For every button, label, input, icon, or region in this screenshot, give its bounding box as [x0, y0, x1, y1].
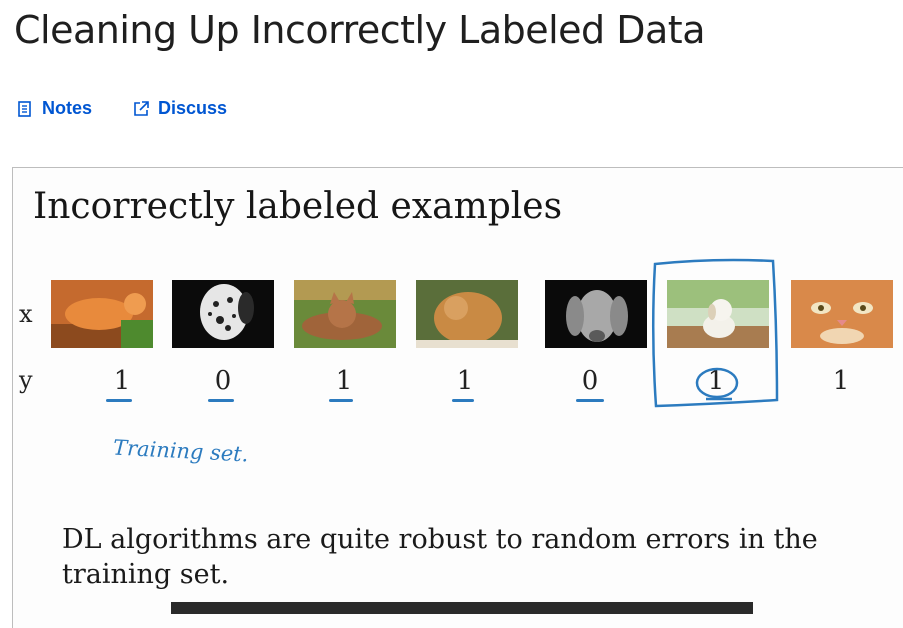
- example-image-4: [416, 280, 518, 348]
- label-value-6: 1: [707, 366, 725, 396]
- slide-body-text: DL algorithms are quite robust to random…: [62, 524, 818, 590]
- example-image-3: [294, 280, 396, 348]
- label-value-3: 1: [335, 366, 353, 396]
- example-image-5: [545, 280, 647, 348]
- example-image-6: [667, 280, 769, 348]
- dog-dalmatian-icon: [172, 280, 274, 348]
- y-row-label: y: [19, 366, 33, 394]
- notes-icon: [18, 100, 31, 117]
- label-value-7: 1: [832, 366, 850, 396]
- notes-link[interactable]: Notes: [16, 98, 92, 119]
- example-image-2: [172, 280, 274, 348]
- label-value-4: 1: [456, 366, 474, 396]
- x-row-label: x: [19, 300, 33, 328]
- ink-underline-3: [329, 399, 353, 402]
- lecture-slide[interactable]: Incorrectly labeled examples x y 1 0 1 1…: [12, 167, 903, 628]
- ink-underline-5: [576, 399, 604, 402]
- cat-lying-icon: [294, 280, 396, 348]
- cat-closeup-icon: [791, 280, 893, 348]
- external-link-icon: [134, 100, 149, 116]
- page-title: Cleaning Up Incorrectly Labeled Data: [14, 8, 706, 52]
- handwritten-training-set-note: Training set.: [112, 435, 250, 467]
- cat-fluffy-icon: [416, 280, 518, 348]
- lecture-links: Notes Discuss: [16, 98, 227, 119]
- label-value-5: 0: [581, 366, 599, 396]
- notes-label: Notes: [42, 98, 93, 118]
- cat-orange-icon: [51, 280, 153, 348]
- video-control-bar[interactable]: [171, 602, 753, 614]
- ink-underline-2: [208, 399, 234, 402]
- dog-puppy-icon: [667, 280, 769, 348]
- label-value-1: 1: [113, 366, 131, 396]
- ink-underline-4: [452, 399, 474, 402]
- dog-weimaraner-icon: [545, 280, 647, 348]
- label-value-2: 0: [214, 366, 232, 396]
- discuss-link[interactable]: Discuss: [132, 98, 227, 119]
- discuss-label: Discuss: [158, 98, 228, 118]
- example-image-7: [791, 280, 893, 348]
- example-image-1: [51, 280, 153, 348]
- ink-underline-1: [106, 399, 132, 402]
- slide-title: Incorrectly labeled examples: [33, 186, 563, 227]
